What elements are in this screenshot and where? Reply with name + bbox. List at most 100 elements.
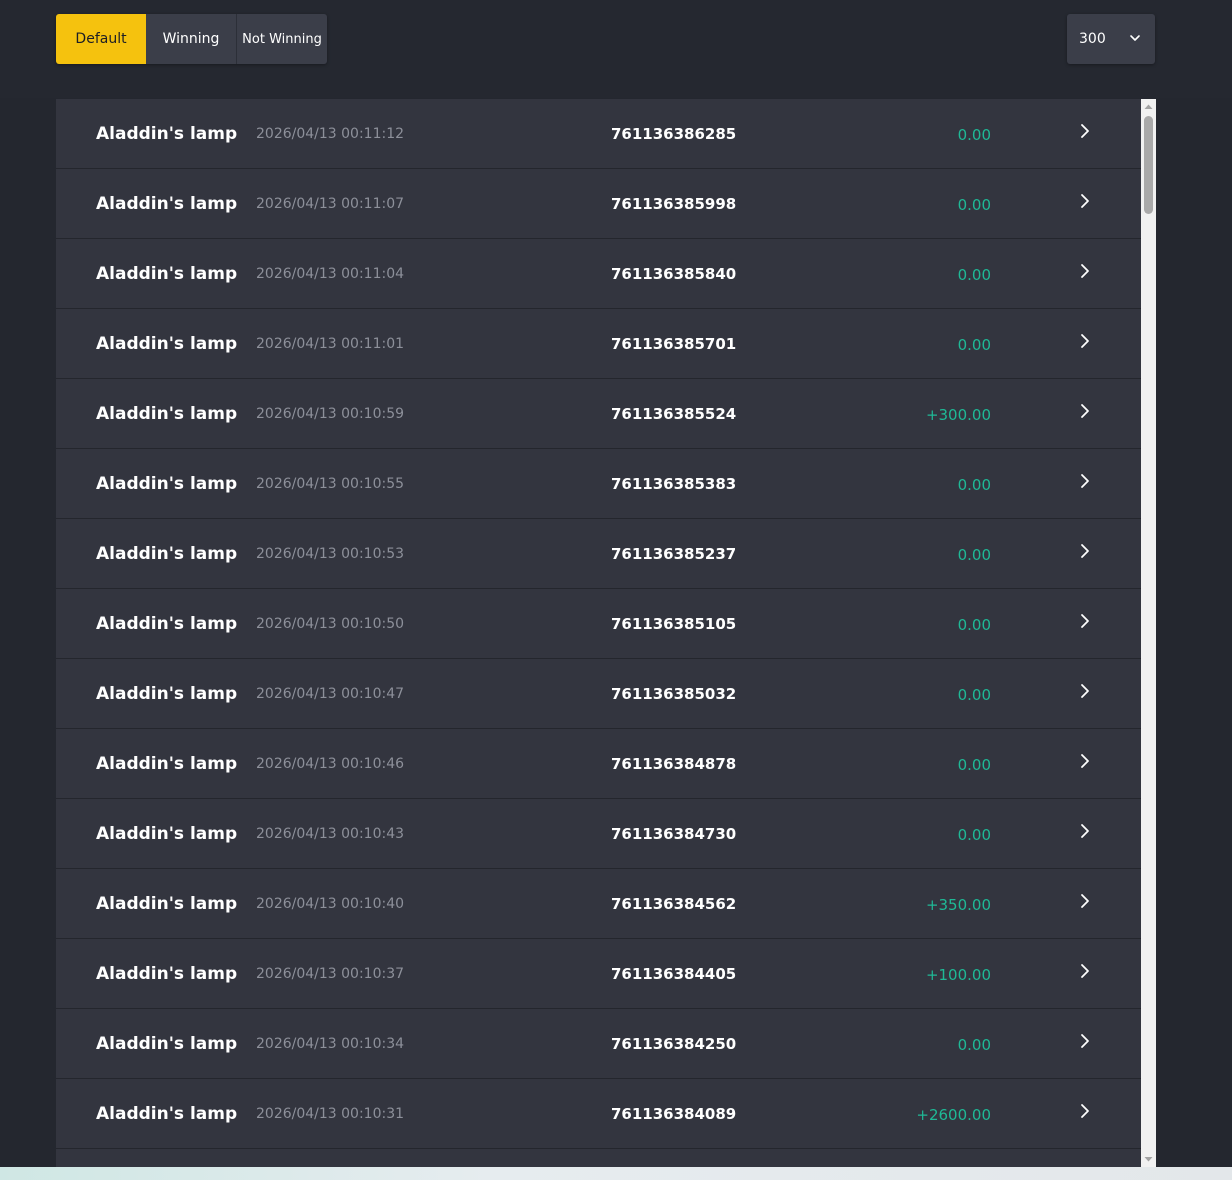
chevron-right-icon[interactable] <box>1078 262 1092 280</box>
bet-time: 2026/04/13 00:10:59 <box>256 406 405 422</box>
bet-time: 2026/04/13 00:11:07 <box>256 196 405 212</box>
order-id: 761136384730 <box>611 825 737 843</box>
record-row[interactable]: Aladdin's lamp 2026/04/13 00:10:43 76113… <box>56 799 1141 869</box>
win-amount: 0.00 <box>957 616 991 634</box>
record-list[interactable]: Aladdin's lamp 2026/04/13 00:11:12 76113… <box>56 99 1141 1167</box>
bet-time: 2026/04/13 00:10:43 <box>256 826 405 842</box>
win-amount: +350.00 <box>925 896 991 914</box>
game-name: Aladdin's lamp <box>96 404 238 424</box>
order-id: 761136384405 <box>611 965 737 983</box>
result-filter-group: Default Winning Not Winning <box>56 14 327 64</box>
win-amount: 0.00 <box>957 546 991 564</box>
win-amount: +100.00 <box>925 966 991 984</box>
chevron-right-icon[interactable] <box>1078 472 1092 490</box>
order-id: 761136385032 <box>611 685 737 703</box>
record-row[interactable]: Aladdin's lamp 2026/04/13 00:10:37 76113… <box>56 939 1141 1009</box>
record-row[interactable]: Aladdin's lamp 2026/04/13 00:10:40 76113… <box>56 869 1141 939</box>
chevron-right-icon[interactable] <box>1078 822 1092 840</box>
order-id: 761136386285 <box>611 125 737 143</box>
order-id: 761136384878 <box>611 755 737 773</box>
filter-not-winning-button[interactable]: Not Winning <box>237 14 327 64</box>
bet-time: 2026/04/13 00:10:50 <box>256 616 405 632</box>
game-name: Aladdin's lamp <box>96 894 238 914</box>
chevron-right-icon[interactable] <box>1078 612 1092 630</box>
bet-time: 2026/04/13 00:11:12 <box>256 126 405 142</box>
game-name: Aladdin's lamp <box>96 1104 238 1124</box>
record-row[interactable]: Aladdin's lamp 2026/04/13 00:11:01 76113… <box>56 309 1141 379</box>
game-name: Aladdin's lamp <box>96 1034 238 1054</box>
game-name: Aladdin's lamp <box>96 964 238 984</box>
record-row[interactable]: Aladdin's lamp 2026/04/13 00:11:12 76113… <box>56 99 1141 169</box>
bet-time: 2026/04/13 00:10:55 <box>256 476 405 492</box>
order-id: 761136385105 <box>611 615 737 633</box>
record-row[interactable]: Aladdin's lamp 2026/04/13 00:10:59 76113… <box>56 379 1141 449</box>
win-amount: +2600.00 <box>916 1106 991 1124</box>
record-row[interactable]: Aladdin's lamp 2026/04/13 00:10:55 76113… <box>56 449 1141 519</box>
chevron-right-icon[interactable] <box>1078 542 1092 560</box>
order-id: 761136385998 <box>611 195 737 213</box>
record-row[interactable]: Aladdin's lamp 2026/04/13 00:10:31 76113… <box>56 1079 1141 1149</box>
bet-time: 2026/04/13 00:10:31 <box>256 1106 405 1122</box>
win-amount: 0.00 <box>957 336 991 354</box>
scroll-down-arrow-icon[interactable] <box>1141 1152 1156 1167</box>
chevron-right-icon[interactable] <box>1078 402 1092 420</box>
record-list-container: Aladdin's lamp 2026/04/13 00:11:12 76113… <box>56 99 1156 1167</box>
game-name: Aladdin's lamp <box>96 754 238 774</box>
order-id: 761136384250 <box>611 1035 737 1053</box>
bet-time: 2026/04/13 00:10:40 <box>256 896 405 912</box>
chevron-right-icon[interactable] <box>1078 892 1092 910</box>
game-name: Aladdin's lamp <box>96 264 238 284</box>
filter-winning-button[interactable]: Winning <box>146 14 237 64</box>
chevron-right-icon[interactable] <box>1078 752 1092 770</box>
bet-time: 2026/04/13 00:11:01 <box>256 336 405 352</box>
record-row[interactable]: Aladdin's lamp 2026/04/13 00:10:50 76113… <box>56 589 1141 659</box>
scrollbar-thumb[interactable] <box>1144 116 1153 214</box>
record-row[interactable]: Aladdin's lamp 2026/04/13 00:10:34 76113… <box>56 1009 1141 1079</box>
bet-time: 2026/04/13 00:10:34 <box>256 1036 405 1052</box>
game-name: Aladdin's lamp <box>96 614 238 634</box>
bet-time: 2026/04/13 00:10:53 <box>256 546 405 562</box>
order-id: 761136384562 <box>611 895 737 913</box>
order-id: 761136385701 <box>611 335 737 353</box>
scroll-up-arrow-icon[interactable] <box>1141 99 1156 114</box>
page-size-value: 300 <box>1079 31 1106 47</box>
game-name: Aladdin's lamp <box>96 684 238 704</box>
win-amount: 0.00 <box>957 826 991 844</box>
chevron-right-icon[interactable] <box>1078 192 1092 210</box>
chevron-right-icon[interactable] <box>1078 1102 1092 1120</box>
game-name: Aladdin's lamp <box>96 124 238 144</box>
record-row[interactable]: Aladdin's lamp 2026/04/13 00:10:53 76113… <box>56 519 1141 589</box>
order-id: 761136385524 <box>611 405 737 423</box>
record-row[interactable]: Aladdin's lamp 2026/04/13 00:10:46 76113… <box>56 729 1141 799</box>
page-size-select[interactable]: 300 <box>1067 14 1155 64</box>
win-amount: +300.00 <box>925 406 991 424</box>
win-amount: 0.00 <box>957 1036 991 1054</box>
order-id: 761136385840 <box>611 265 737 283</box>
chevron-right-icon[interactable] <box>1078 1032 1092 1050</box>
record-row[interactable] <box>56 1149 1141 1167</box>
game-name: Aladdin's lamp <box>96 194 238 214</box>
game-name: Aladdin's lamp <box>96 824 238 844</box>
record-row[interactable]: Aladdin's lamp 2026/04/13 00:10:47 76113… <box>56 659 1141 729</box>
filter-default-button[interactable]: Default <box>56 14 146 64</box>
win-amount: 0.00 <box>957 196 991 214</box>
win-amount: 0.00 <box>957 686 991 704</box>
bet-time: 2026/04/13 00:10:37 <box>256 966 405 982</box>
order-id: 761136385383 <box>611 475 737 493</box>
record-row[interactable]: Aladdin's lamp 2026/04/13 00:11:07 76113… <box>56 169 1141 239</box>
chevron-right-icon[interactable] <box>1078 122 1092 140</box>
order-id: 761136385237 <box>611 545 737 563</box>
chevron-right-icon[interactable] <box>1078 682 1092 700</box>
record-row[interactable]: Aladdin's lamp 2026/04/13 00:11:04 76113… <box>56 239 1141 309</box>
chevron-right-icon[interactable] <box>1078 962 1092 980</box>
order-id: 761136384089 <box>611 1105 737 1123</box>
chevron-right-icon[interactable] <box>1078 332 1092 350</box>
win-amount: 0.00 <box>957 126 991 144</box>
vertical-scrollbar[interactable] <box>1141 99 1156 1167</box>
bet-time: 2026/04/13 00:11:04 <box>256 266 405 282</box>
bottom-edge-strip <box>0 1167 1232 1180</box>
game-name: Aladdin's lamp <box>96 334 238 354</box>
game-name: Aladdin's lamp <box>96 544 238 564</box>
bet-time: 2026/04/13 00:10:46 <box>256 756 405 772</box>
chevron-down-icon <box>1130 35 1140 41</box>
